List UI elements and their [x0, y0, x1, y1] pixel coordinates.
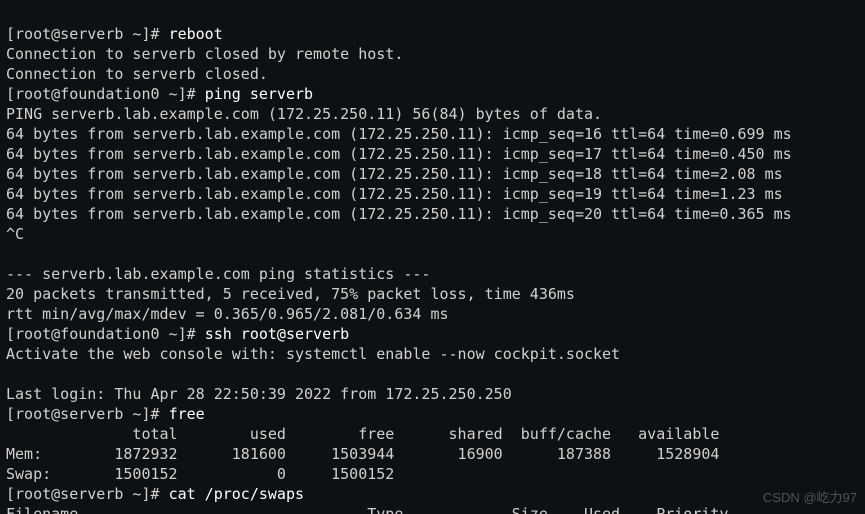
ping-header: PING serverb.lab.example.com (172.25.250…	[6, 105, 602, 123]
prompt-line-5: [root@serverb ~]# cat /proc/swaps	[6, 485, 304, 503]
ping-reply: 64 bytes from serverb.lab.example.com (1…	[6, 145, 792, 163]
ping-stats-header: --- serverb.lab.example.com ping statist…	[6, 265, 430, 283]
command-ping: ping serverb	[205, 85, 313, 103]
watermark-text: CSDN @屹力97	[763, 488, 857, 508]
swaps-header: Filename Type Size Used Priority	[6, 505, 728, 514]
ping-reply: 64 bytes from serverb.lab.example.com (1…	[6, 185, 783, 203]
ping-stats-rtt: rtt min/avg/max/mdev = 0.365/0.965/2.081…	[6, 305, 449, 323]
shell-prompt: [root@foundation0 ~]#	[6, 325, 205, 343]
command-cat-swaps: cat /proc/swaps	[169, 485, 304, 503]
free-mem-row: Mem: 1872932 181600 1503944 16900 187388…	[6, 445, 719, 463]
prompt-line-1: [root@serverb ~]# reboot	[6, 25, 223, 43]
shell-prompt: [root@serverb ~]#	[6, 485, 169, 503]
shell-prompt: [root@foundation0 ~]#	[6, 85, 205, 103]
interrupt-signal: ^C	[6, 225, 24, 243]
shell-prompt: [root@serverb ~]#	[6, 405, 169, 423]
prompt-line-4: [root@serverb ~]# free	[6, 405, 205, 423]
ping-reply: 64 bytes from serverb.lab.example.com (1…	[6, 205, 792, 223]
motd-line: Activate the web console with: systemctl…	[6, 345, 620, 363]
command-ssh: ssh root@serverb	[205, 325, 350, 343]
prompt-line-3: [root@foundation0 ~]# ssh root@serverb	[6, 325, 349, 343]
shell-prompt: [root@serverb ~]#	[6, 25, 169, 43]
free-swap-row: Swap: 1500152 0 1500152	[6, 465, 394, 483]
ping-stats-packets: 20 packets transmitted, 5 received, 75% …	[6, 285, 575, 303]
connection-closed: Connection to serverb closed.	[6, 65, 268, 83]
prompt-line-2: [root@foundation0 ~]# ping serverb	[6, 85, 313, 103]
connection-closed-remote: Connection to serverb closed by remote h…	[6, 45, 403, 63]
terminal[interactable]: [root@serverb ~]# reboot Connection to s…	[0, 0, 865, 514]
command-reboot: reboot	[169, 25, 223, 43]
last-login: Last login: Thu Apr 28 22:50:39 2022 fro…	[6, 385, 512, 403]
free-output: total used free shared buff/cache availa…	[6, 425, 719, 483]
swaps-output: Filename Type Size Used Priority /dev/vd…	[6, 505, 728, 514]
command-free: free	[169, 405, 205, 423]
ping-reply: 64 bytes from serverb.lab.example.com (1…	[6, 125, 792, 143]
ping-reply: 64 bytes from serverb.lab.example.com (1…	[6, 165, 783, 183]
free-header: total used free shared buff/cache availa…	[6, 425, 719, 443]
